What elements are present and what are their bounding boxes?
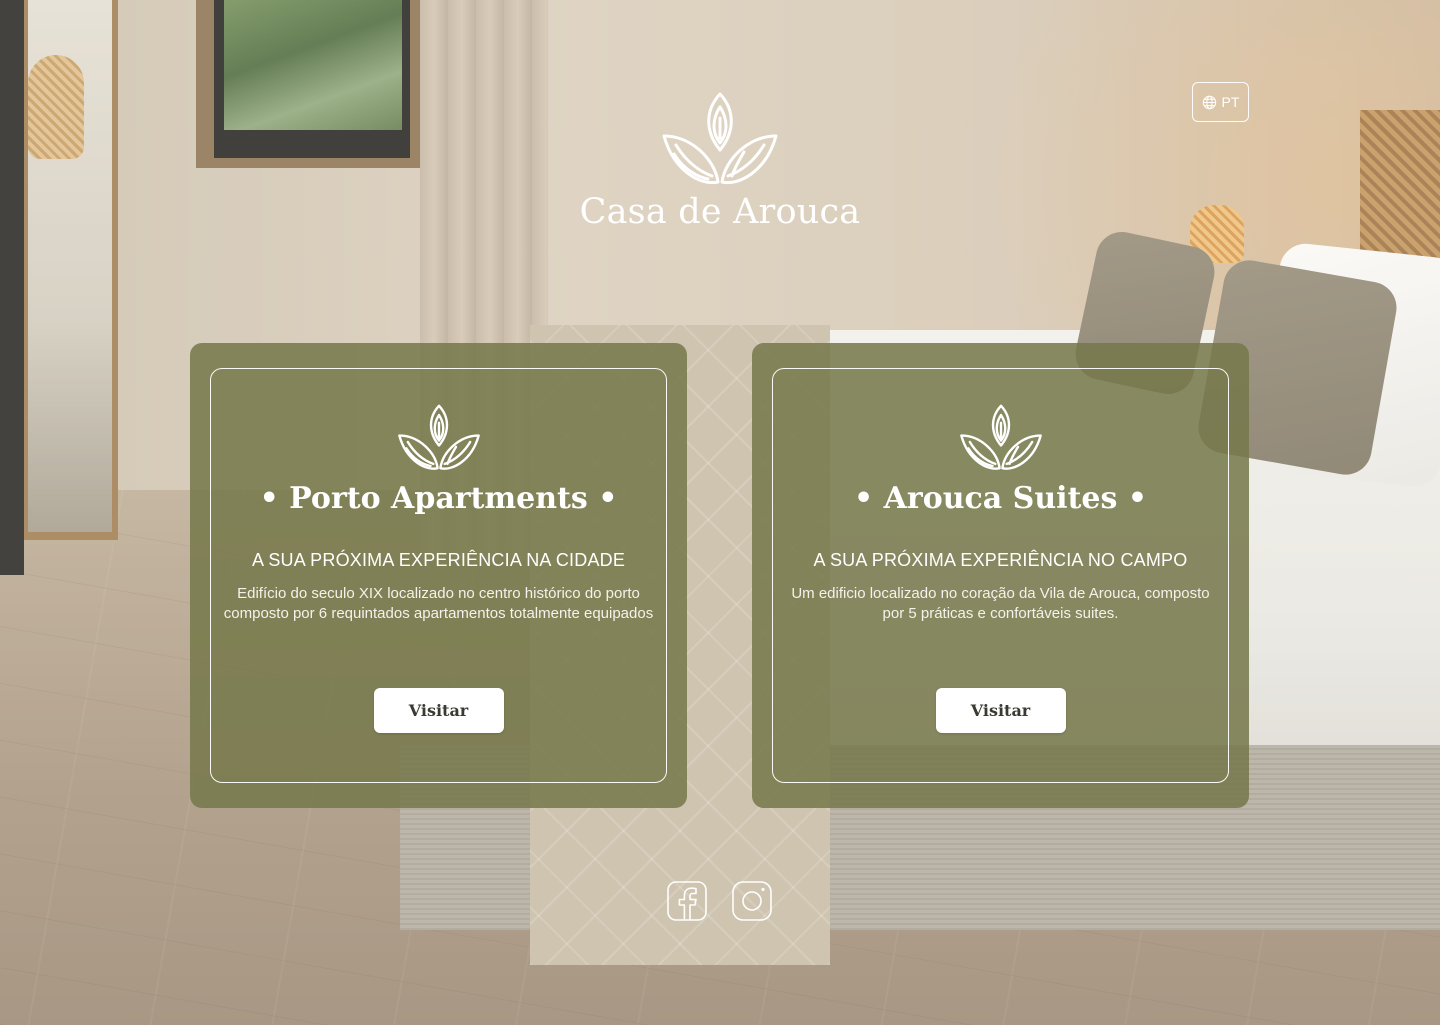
language-label: PT (1221, 94, 1240, 110)
lotus-leaves-icon (959, 404, 1042, 470)
social-links (667, 881, 772, 921)
facebook-icon[interactable] (667, 881, 707, 921)
lotus-leaves-icon (397, 404, 480, 470)
card-description: Um edificio localizado no coração da Vil… (791, 585, 1210, 622)
visit-porto-button[interactable]: Visitar (373, 688, 504, 733)
arouca-suites-card: • Arouca Suites • A SUA PRÓXIMA EXPERIÊN… (752, 343, 1249, 808)
brand-title: Casa de Arouca (579, 192, 861, 232)
card-title: • Arouca Suites • (854, 481, 1147, 516)
card-description: Edifício do seculo XIX localizado no cen… (223, 585, 654, 622)
card-subtitle: A SUA PRÓXIMA EXPERIÊNCIA NA CIDADE (251, 550, 626, 570)
globe-icon (1202, 95, 1216, 109)
visit-arouca-button[interactable]: Visitar (935, 688, 1066, 733)
card-subtitle: A SUA PRÓXIMA EXPERIÊNCIA NO CAMPO (813, 550, 1188, 570)
brand-header: Casa de Arouca (560, 90, 880, 232)
porto-apartments-card: • Porto Apartments • A SUA PRÓXIMA EXPER… (190, 343, 687, 808)
card-title: • Porto Apartments • (259, 481, 618, 516)
lotus-leaves-icon (662, 92, 778, 185)
instagram-icon[interactable] (732, 881, 772, 921)
language-switcher-button[interactable]: PT (1192, 82, 1249, 122)
